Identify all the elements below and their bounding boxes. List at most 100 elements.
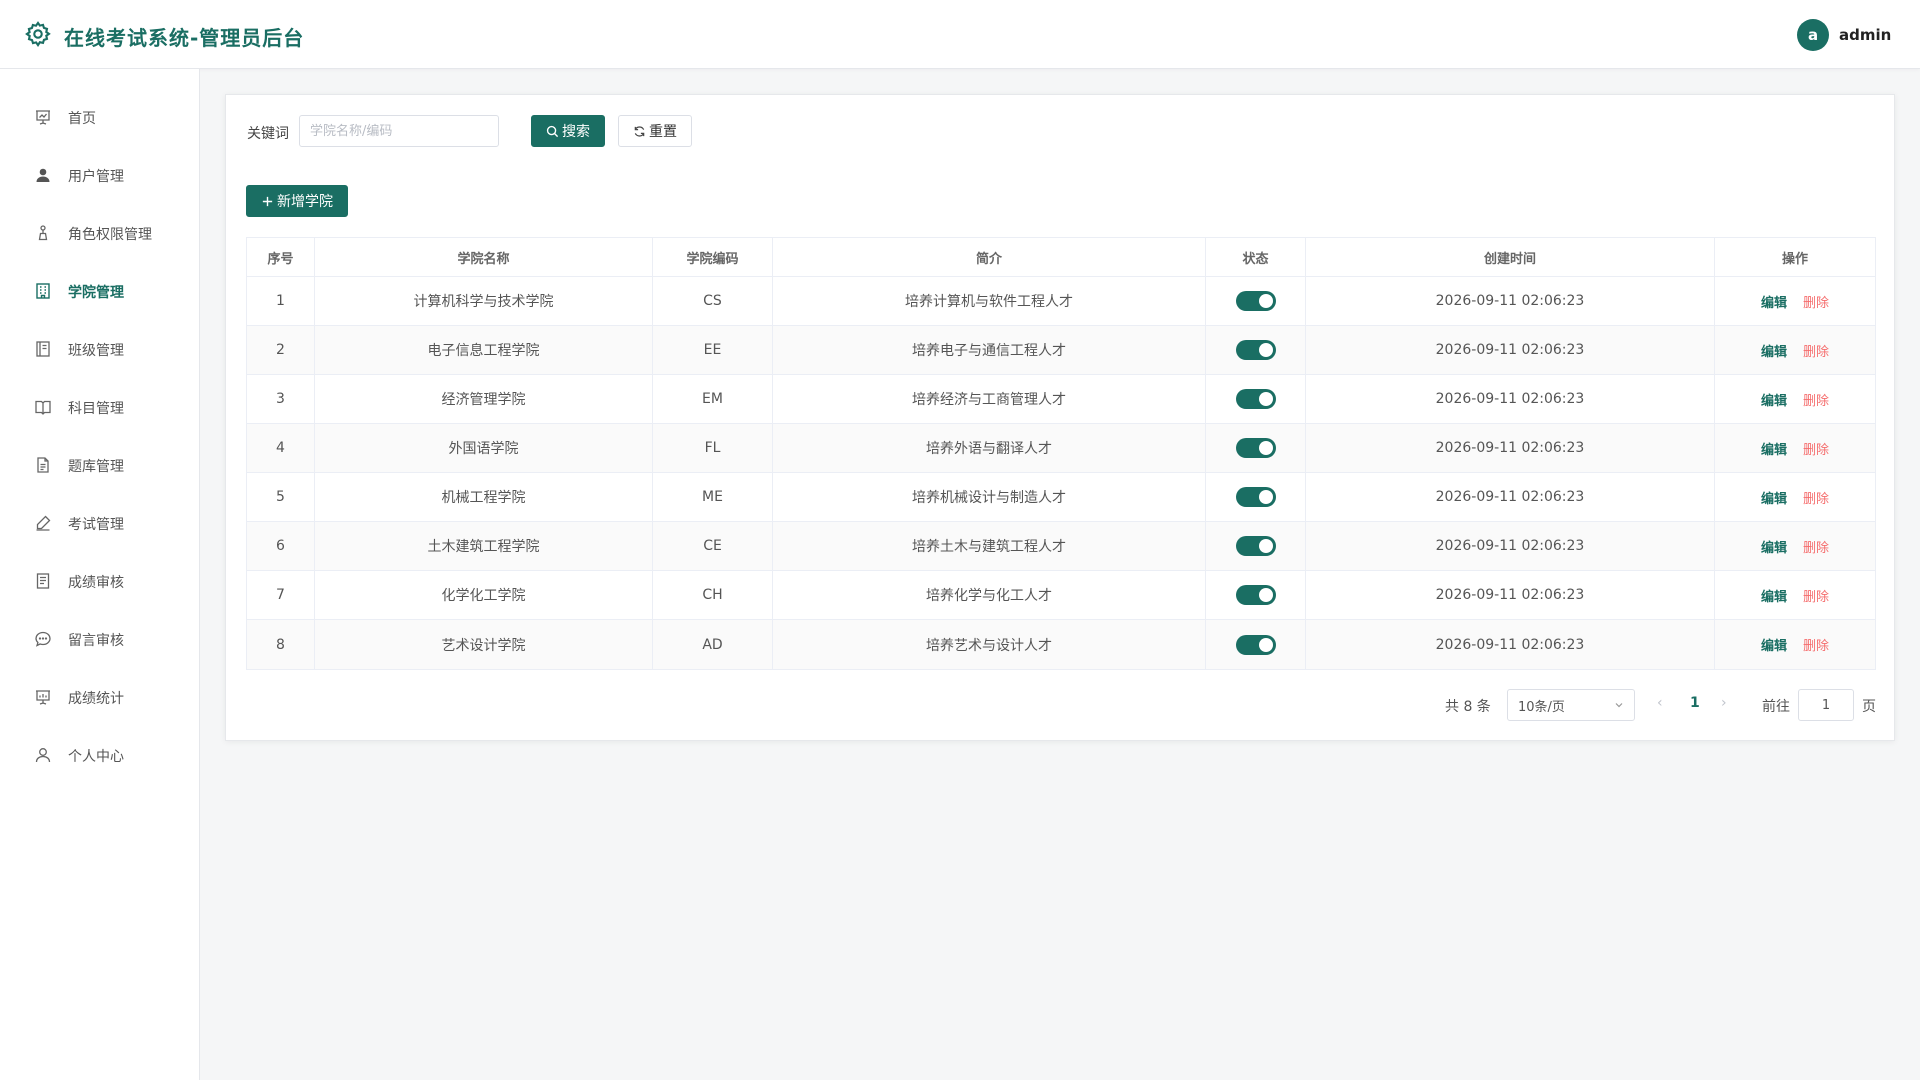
sidebar-item-classes[interactable]: 班级管理 bbox=[0, 328, 199, 368]
edit-button[interactable]: 编辑 bbox=[1761, 488, 1787, 507]
cell-created-time: 2026-09-11 02:06:23 bbox=[1306, 375, 1715, 423]
presentation-chart-icon bbox=[36, 110, 50, 125]
sidebar-item-score-stats[interactable]: 成绩统计 bbox=[0, 676, 199, 716]
cell-actions: 编辑 删除 bbox=[1715, 571, 1875, 619]
cell-intro: 培养电子与通信工程人才 bbox=[773, 326, 1206, 374]
gear-icon bbox=[25, 21, 51, 47]
delete-button[interactable]: 删除 bbox=[1803, 439, 1829, 458]
cell-intro: 培养机械设计与制造人才 bbox=[773, 473, 1206, 521]
status-toggle[interactable] bbox=[1235, 340, 1276, 360]
sidebar-item-users[interactable]: 用户管理 bbox=[0, 154, 199, 194]
cell-college-name: 经济管理学院 bbox=[315, 375, 653, 423]
sidebar-item-message-review[interactable]: 留言审核 bbox=[0, 618, 199, 658]
cell-index: 1 bbox=[247, 277, 315, 325]
column-header-intro: 简介 bbox=[773, 238, 1206, 276]
edit-button[interactable]: 编辑 bbox=[1761, 537, 1787, 556]
edit-button[interactable]: 编辑 bbox=[1761, 439, 1787, 458]
cell-status bbox=[1206, 277, 1306, 325]
cell-actions: 编辑 删除 bbox=[1715, 473, 1875, 521]
table-row: 4 外国语学院 FL 培养外语与翻译人才 2026-09-11 02:06:23 编辑 删除 bbox=[247, 424, 1875, 473]
toggle-knob bbox=[1258, 588, 1273, 602]
table-row: 8 艺术设计学院 AD 培养艺术与设计人才 2026-09-11 02:06:23 编辑删… bbox=[247, 620, 1875, 669]
username[interactable]: admin bbox=[1839, 26, 1891, 44]
cell-college-code: CH bbox=[653, 571, 773, 619]
delete-button[interactable]: 删除 bbox=[1803, 537, 1829, 556]
sidebar-item-exams[interactable]: 考试管理 bbox=[0, 502, 199, 542]
edit-button[interactable]: 编辑 bbox=[1761, 390, 1787, 409]
cell-actions: 编辑 删除 bbox=[1715, 522, 1875, 570]
status-toggle[interactable] bbox=[1235, 389, 1276, 409]
college-management-card: 关键词 搜索 重置 新增学院 序号 学院名称 学院编码 简介 状态 创建时间 操… bbox=[225, 94, 1895, 741]
cell-index: 6 bbox=[247, 522, 315, 570]
document-icon bbox=[37, 457, 49, 473]
top-header: 在线考试系统-管理员后台 a admin bbox=[0, 0, 1920, 69]
sidebar-item-roles[interactable]: 角色权限管理 bbox=[0, 212, 199, 252]
cell-college-name: 艺术设计学院 bbox=[315, 620, 653, 669]
delete-button[interactable]: 删除 bbox=[1803, 292, 1829, 311]
column-header-index: 序号 bbox=[247, 238, 315, 276]
current-page[interactable]: 1 bbox=[1690, 695, 1700, 711]
prev-page-button[interactable]: ‹ bbox=[1657, 695, 1663, 711]
edit-button[interactable]: 编辑 bbox=[1761, 292, 1787, 311]
cell-college-code: EM bbox=[653, 375, 773, 423]
cell-index: 3 bbox=[247, 375, 315, 423]
cell-actions: 编辑 删除 bbox=[1715, 424, 1875, 472]
toggle-knob bbox=[1258, 637, 1273, 652]
status-toggle[interactable] bbox=[1235, 634, 1276, 655]
delete-button[interactable]: 删除 bbox=[1803, 586, 1829, 605]
cell-intro: 培养土木与建筑工程人才 bbox=[773, 522, 1206, 570]
cell-actions: 编辑 删除 bbox=[1715, 620, 1875, 669]
cell-college-name: 外国语学院 bbox=[315, 424, 653, 472]
cell-index: 8 bbox=[247, 620, 315, 669]
next-page-button[interactable]: › bbox=[1721, 695, 1727, 711]
delete-button[interactable]: 删除 bbox=[1803, 488, 1829, 507]
table-row: 7 化学化工学院 CH 培养化学与化工人才 2026-09-11 02:06:23 编辑删… bbox=[247, 571, 1875, 620]
plus-icon bbox=[262, 196, 273, 206]
delete-button[interactable]: 删除 bbox=[1803, 635, 1829, 654]
toggle-knob bbox=[1258, 441, 1273, 455]
status-toggle[interactable] bbox=[1235, 536, 1276, 556]
column-header-status: 状态 bbox=[1206, 238, 1306, 276]
cell-college-code: EE bbox=[653, 326, 773, 374]
status-toggle[interactable] bbox=[1235, 487, 1276, 507]
cell-intro: 培养外语与翻译人才 bbox=[773, 424, 1206, 472]
page-size-select[interactable]: 10条/页 bbox=[1507, 689, 1635, 721]
pagination-total: 共 8 条 bbox=[1445, 699, 1491, 715]
sidebar-item-subjects[interactable]: 科目管理 bbox=[0, 386, 199, 426]
status-toggle[interactable] bbox=[1235, 438, 1276, 458]
search-input[interactable] bbox=[299, 115, 499, 147]
add-college-button[interactable]: 新增学院 bbox=[246, 185, 348, 217]
sidebar-item-label: 用户管理 bbox=[68, 169, 124, 185]
cell-created-time: 2026-09-11 02:06:23 bbox=[1306, 571, 1715, 619]
avatar[interactable]: a bbox=[1797, 19, 1829, 51]
table-row: 1 计算机科学与技术学院 CS 培养计算机与软件工程人才 2026-09-11 02:0… bbox=[247, 277, 1875, 326]
table-header: 序号 学院名称 学院编码 简介 状态 创建时间 操作 bbox=[247, 238, 1875, 277]
sidebar-item-score-review[interactable]: 成绩审核 bbox=[0, 560, 199, 600]
table-row: 2 电子信息工程学院 EE 培养电子与通信工程人才 2026-09-11 02:06:2… bbox=[247, 326, 1875, 375]
delete-button[interactable]: 删除 bbox=[1803, 390, 1829, 409]
cell-status bbox=[1206, 375, 1306, 423]
status-toggle[interactable] bbox=[1235, 291, 1276, 311]
delete-button[interactable]: 删除 bbox=[1803, 341, 1829, 360]
cell-status bbox=[1206, 571, 1306, 619]
reset-button[interactable]: 重置 bbox=[618, 115, 692, 147]
search-button[interactable]: 搜索 bbox=[531, 115, 605, 147]
cell-college-code: CE bbox=[653, 522, 773, 570]
sidebar-item-label: 成绩统计 bbox=[68, 691, 124, 707]
edit-button[interactable]: 编辑 bbox=[1761, 341, 1787, 360]
status-toggle[interactable] bbox=[1235, 585, 1276, 605]
goto-page-input[interactable] bbox=[1798, 689, 1854, 721]
cell-status bbox=[1206, 522, 1306, 570]
chevron-down-icon bbox=[1615, 703, 1623, 708]
table-row: 6 土木建筑工程学院 CE 培养土木与建筑工程人才 2026-09-11 02:06:2… bbox=[247, 522, 1875, 571]
sidebar-item-home[interactable]: 首页 bbox=[0, 96, 199, 136]
sidebar-item-question-bank[interactable]: 题库管理 bbox=[0, 444, 199, 484]
open-book-icon bbox=[35, 400, 51, 415]
edit-button[interactable]: 编辑 bbox=[1761, 635, 1787, 654]
edit-button[interactable]: 编辑 bbox=[1761, 586, 1787, 605]
sidebar-item-profile[interactable]: 个人中心 bbox=[0, 734, 199, 774]
sidebar-item-colleges[interactable]: 学院管理 bbox=[0, 270, 199, 310]
cell-created-time: 2026-09-11 02:06:23 bbox=[1306, 326, 1715, 374]
sidebar-item-label: 学院管理 bbox=[68, 285, 124, 301]
cell-college-name: 电子信息工程学院 bbox=[315, 326, 653, 374]
